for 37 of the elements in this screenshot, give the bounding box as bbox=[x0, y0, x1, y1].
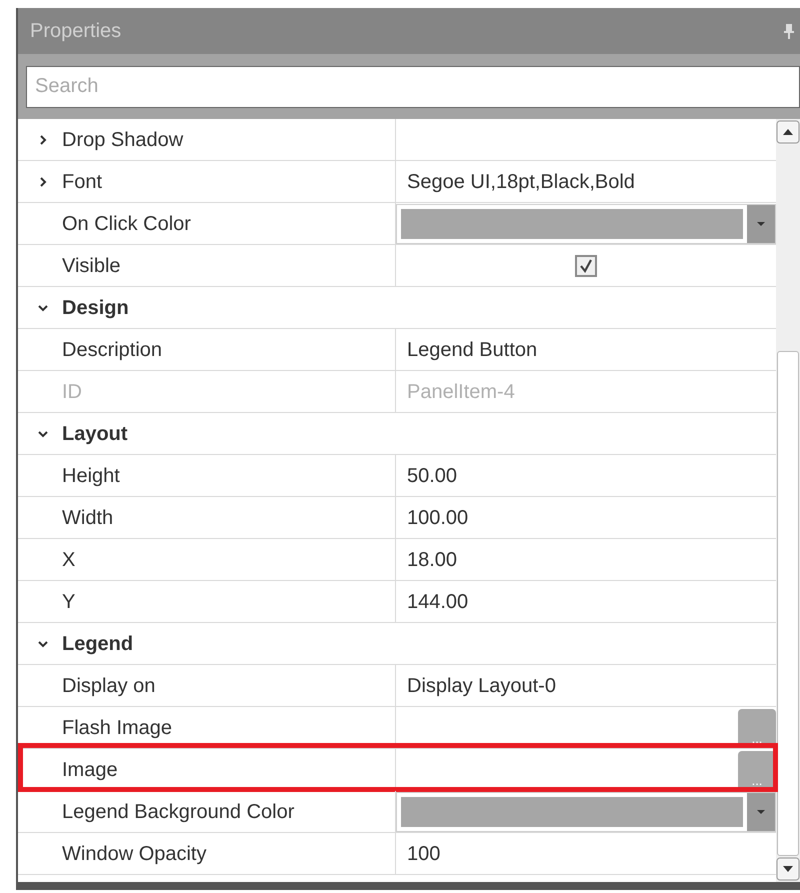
property-value[interactable]: 100.00 bbox=[396, 502, 468, 532]
panel-title: Properties bbox=[30, 19, 122, 44]
property-value[interactable]: Segoe UI,18pt,Black,Bold bbox=[396, 166, 635, 196]
property-value[interactable]: 100 bbox=[396, 838, 440, 868]
property-value[interactable]: Display Layout-0 bbox=[396, 670, 556, 700]
property-label: On Click Color bbox=[62, 212, 191, 236]
scrollbar[interactable] bbox=[776, 119, 800, 882]
color-dropdown[interactable] bbox=[396, 792, 776, 832]
property-label: ID bbox=[62, 380, 82, 404]
property-value[interactable]: 144.00 bbox=[396, 586, 468, 616]
scroll-thumb[interactable] bbox=[777, 351, 799, 856]
property-label: Flash Image bbox=[62, 716, 172, 740]
scroll-up-icon[interactable] bbox=[776, 119, 800, 145]
property-value[interactable]: Legend Button bbox=[396, 334, 538, 364]
scroll-down-icon[interactable] bbox=[776, 856, 800, 882]
property-label: Visible bbox=[62, 254, 121, 278]
property-label: Display on bbox=[62, 674, 156, 698]
property-label: Image bbox=[62, 758, 118, 782]
check-icon bbox=[579, 258, 593, 272]
property-label: Drop Shadow bbox=[62, 128, 184, 152]
color-dropdown[interactable] bbox=[396, 204, 776, 244]
search-field[interactable]: Search bbox=[26, 66, 800, 108]
checkbox[interactable] bbox=[575, 254, 597, 276]
property-value[interactable]: 18.00 bbox=[396, 544, 458, 574]
property-label: Font bbox=[62, 170, 102, 194]
property-label: Height bbox=[62, 464, 120, 488]
property-label: Description bbox=[62, 338, 162, 362]
property-label: Window Opacity bbox=[62, 842, 206, 866]
property-label: Legend Background Color bbox=[62, 800, 294, 824]
property-label: Width bbox=[62, 506, 114, 530]
property-label: X bbox=[62, 548, 76, 572]
group-header: Design bbox=[62, 296, 129, 320]
property-label: Y bbox=[62, 590, 76, 614]
group-header: Legend bbox=[62, 632, 134, 656]
group-header: Layout bbox=[62, 422, 128, 446]
pin-icon[interactable] bbox=[784, 23, 794, 39]
property-value[interactable]: 50.00 bbox=[396, 460, 458, 490]
